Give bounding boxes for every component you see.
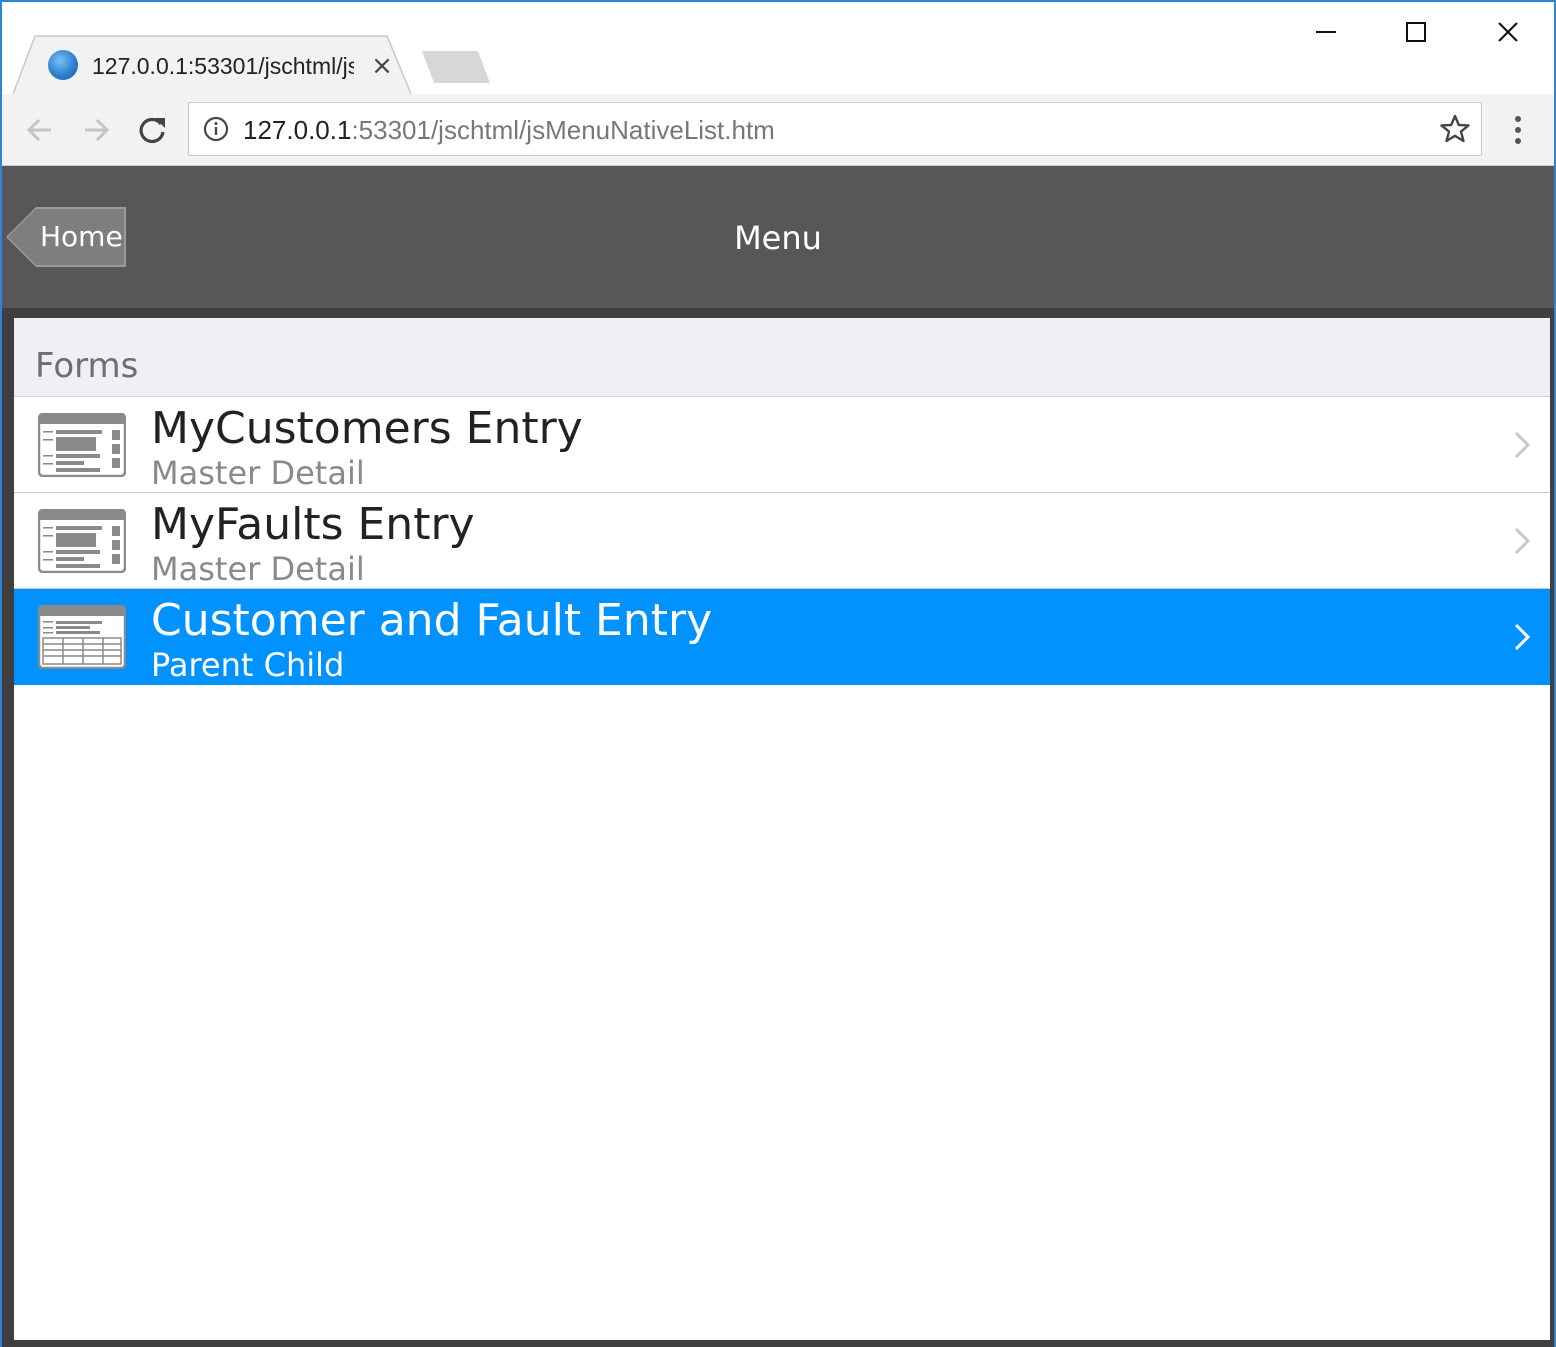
url-text[interactable]: 127.0.0.1:53301/jschtml/jsMenuNativeList… — [243, 111, 775, 149]
parent-child-form-icon — [38, 605, 126, 669]
back-button[interactable] — [18, 108, 62, 152]
list-item-subtitle: Master Detail — [151, 454, 365, 492]
app-header: Home Menu — [2, 166, 1554, 308]
list-item-customer-and-fault-entry[interactable]: Customer and Fault Entry Parent Child — [14, 589, 1550, 685]
tab-title[interactable]: 127.0.0.1:53301/jschtml/jsMenuNativeList… — [92, 50, 354, 82]
chevron-right-icon — [1514, 623, 1531, 651]
star-icon[interactable] — [1439, 113, 1471, 145]
url-host: 127.0.0.1 — [243, 115, 352, 145]
minimize-button[interactable] — [1296, 10, 1356, 54]
browser-menu-button[interactable] — [1502, 112, 1534, 148]
list-item-myfaults-entry[interactable]: MyFaults Entry Master Detail — [14, 493, 1550, 589]
reload-button[interactable] — [130, 108, 174, 152]
chevron-right-icon — [1514, 527, 1531, 555]
master-detail-form-icon — [38, 509, 126, 573]
menu-list-panel: Forms MyCustomers Entry Master Detail My… — [14, 318, 1550, 1340]
url-path: :53301/jschtml/jsMenuNativeList.htm — [351, 115, 775, 145]
minimize-icon — [1316, 31, 1336, 33]
forward-button[interactable] — [74, 108, 118, 152]
maximize-button[interactable] — [1386, 10, 1446, 54]
close-window-button[interactable] — [1478, 10, 1538, 54]
section-header: Forms — [14, 318, 1550, 397]
list-item-subtitle: Parent Child — [151, 646, 345, 684]
close-icon — [1498, 22, 1518, 42]
section-title: Forms — [35, 346, 139, 386]
list-item-title: MyCustomers Entry — [151, 403, 583, 454]
master-detail-form-icon — [38, 413, 126, 477]
list-item-subtitle: Master Detail — [151, 550, 365, 588]
list-item-title: MyFaults Entry — [151, 499, 475, 550]
address-bar[interactable]: 127.0.0.1:53301/jschtml/jsMenuNativeList… — [188, 102, 1482, 156]
globe-icon — [48, 50, 78, 80]
list-item-mycustomers-entry[interactable]: MyCustomers Entry Master Detail — [14, 397, 1550, 493]
chevron-right-icon — [1514, 431, 1531, 459]
browser-window: 127.0.0.1:53301/jschtml/jsMenuNativeList… — [0, 0, 1556, 1347]
tab-close-icon[interactable]: × — [368, 50, 396, 82]
maximize-icon — [1406, 22, 1426, 42]
arrow-right-icon — [85, 118, 110, 142]
list-item-title: Customer and Fault Entry — [151, 595, 713, 646]
info-icon[interactable] — [203, 116, 229, 142]
new-tab-button[interactable] — [422, 51, 490, 83]
arrow-left-icon — [26, 118, 51, 142]
browser-toolbar: 127.0.0.1:53301/jschtml/jsMenuNativeList… — [2, 94, 1554, 166]
more-vertical-icon — [1515, 116, 1521, 144]
page-title: Menu — [734, 219, 822, 257]
tab-strip: 127.0.0.1:53301/jschtml/jsMenuNativeList… — [2, 2, 1554, 95]
reload-icon — [139, 117, 165, 144]
